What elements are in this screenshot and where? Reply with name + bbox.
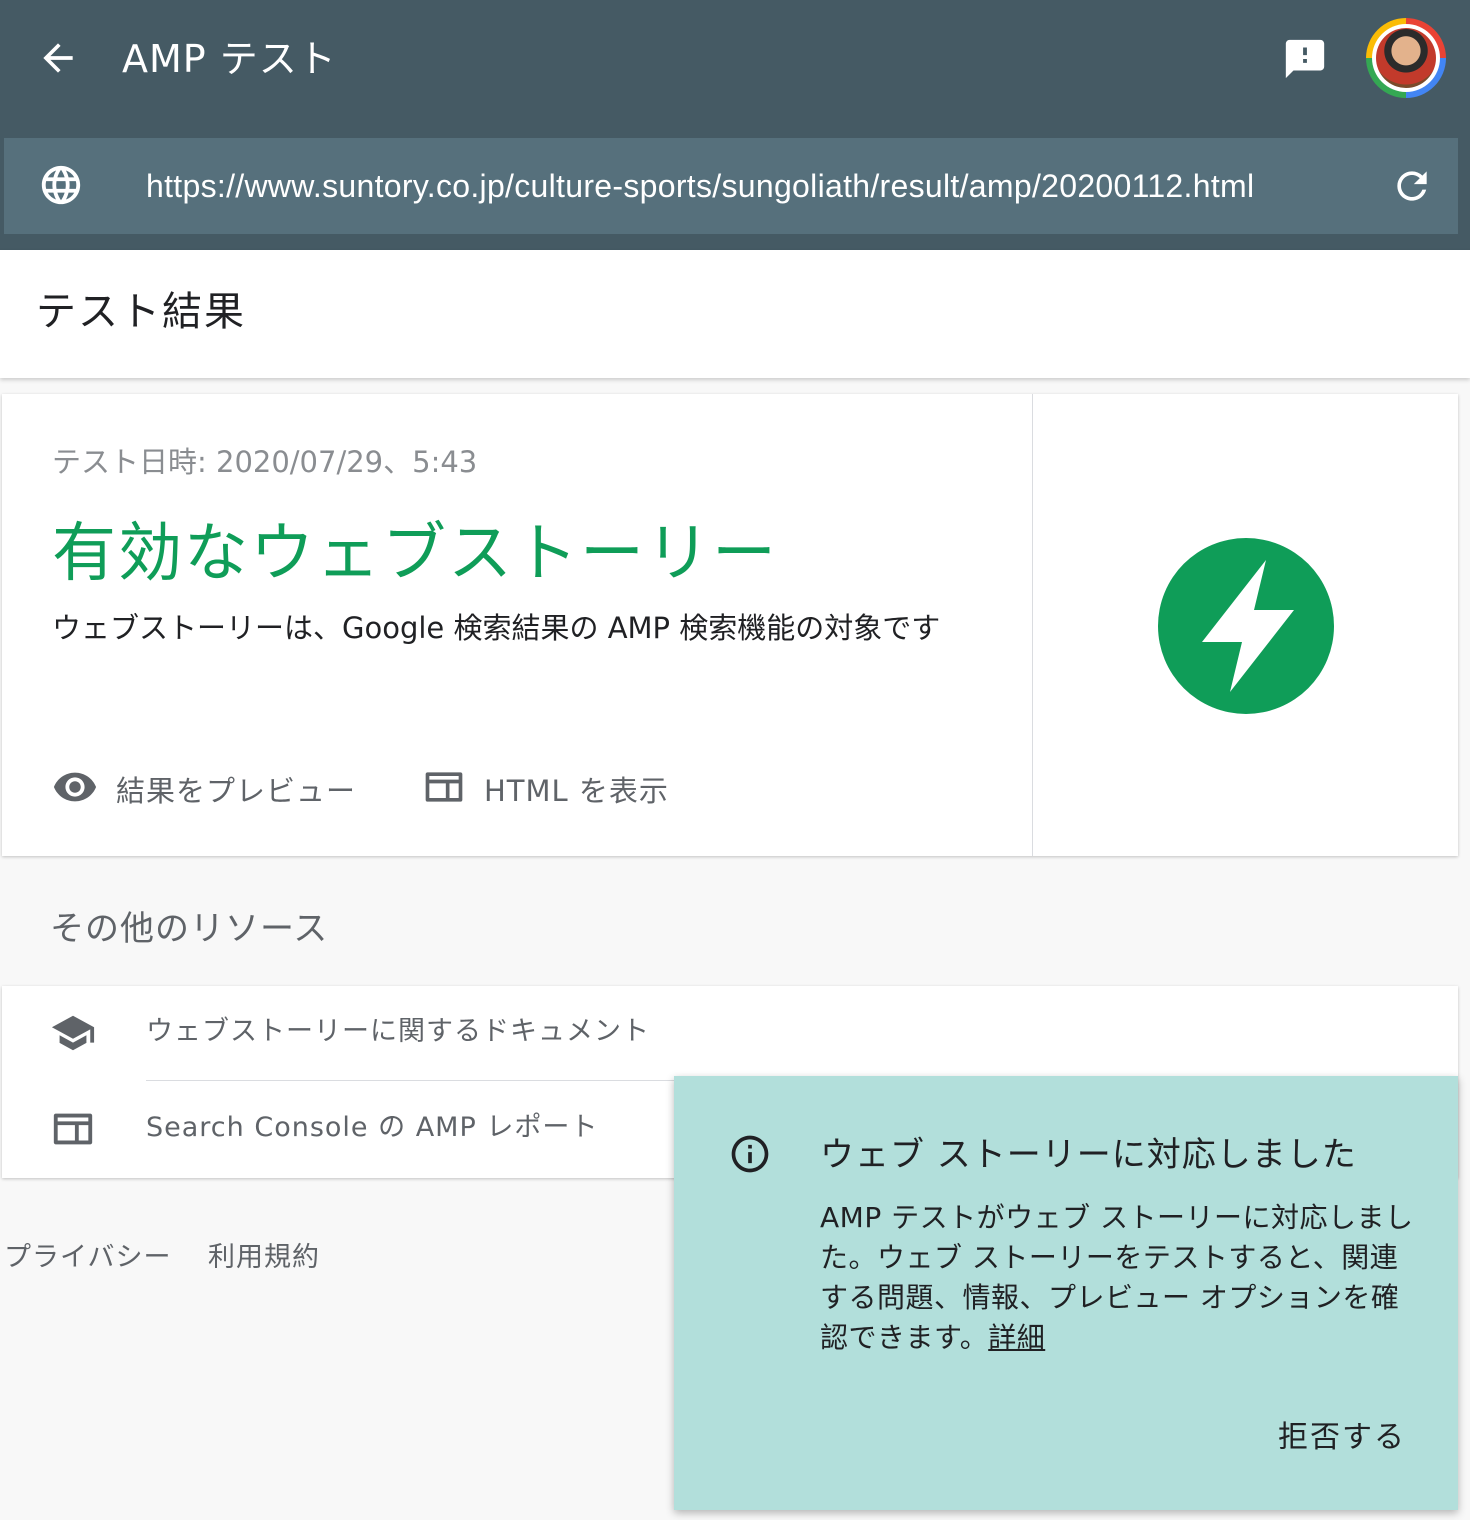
amp-lightning-logo-icon [1158, 538, 1334, 714]
test-date: テスト日時: 2020/07/29、5:43 [52, 445, 478, 479]
footer-link-privacy[interactable]: プライバシー [4, 1238, 171, 1278]
account-avatar[interactable] [1366, 18, 1446, 98]
footer-link-terms[interactable]: 利用規約 [208, 1238, 320, 1278]
preview-result-button[interactable]: 結果をプレビュー [52, 764, 356, 814]
learn-more-link[interactable]: 詳細 [988, 1321, 1045, 1354]
card-divider [1032, 394, 1033, 856]
resource-label-docs: ウェブストーリーに関するドキュメント [146, 1016, 650, 1047]
snackbar-body-text: AMP テストがウェブ ストーリーに対応しました。ウェブ ストーリーをテストする… [820, 1201, 1414, 1354]
view-html-label: HTML を表示 [484, 774, 669, 808]
resource-label-amp-report: Search Console の AMP レポート [146, 1112, 599, 1143]
view-html-button[interactable]: HTML を表示 [422, 764, 669, 814]
back-arrow-icon[interactable] [36, 36, 80, 80]
snackbar-body: AMP テストがウェブ ストーリーに対応しました。ウェブ ストーリーをテストする… [820, 1198, 1420, 1358]
status-description: ウェブストーリーは、Google 検索結果の AMP 検索機能の対象です [52, 611, 941, 645]
page-title: テスト結果 [36, 289, 246, 335]
refresh-icon[interactable] [1390, 164, 1434, 208]
url-input[interactable]: https://www.suntory.co.jp/culture-sports… [146, 162, 1254, 210]
app-header: AMP テスト https://www.suntory.co.jp/cultur… [0, 0, 1470, 250]
html-view-icon [422, 765, 466, 813]
resource-item-docs[interactable]: ウェブストーリーに関するドキュメント [2, 986, 1458, 1082]
status-title: 有効なウェブストーリー [52, 517, 778, 591]
web-panel-icon [50, 1106, 96, 1152]
web-story-snackbar: ウェブ ストーリーに対応しました AMP テストがウェブ ストーリーに対応しまし… [674, 1076, 1458, 1510]
url-bar[interactable]: https://www.suntory.co.jp/culture-sports… [4, 138, 1458, 234]
eye-icon [52, 764, 98, 814]
info-icon [728, 1132, 772, 1176]
snackbar-title: ウェブ ストーリーに対応しました [820, 1135, 1357, 1175]
globe-icon [38, 162, 84, 208]
dismiss-button[interactable]: 拒否する [1278, 1416, 1406, 1460]
school-icon [50, 1010, 96, 1056]
resources-title: その他のリソース [50, 909, 329, 949]
avatar-photo [1376, 28, 1436, 88]
feedback-icon[interactable] [1282, 36, 1328, 82]
result-card: テスト日時: 2020/07/29、5:43 有効なウェブストーリー ウェブスト… [2, 394, 1458, 856]
app-title: AMP テスト [122, 37, 337, 81]
preview-result-label: 結果をプレビュー [116, 774, 357, 808]
